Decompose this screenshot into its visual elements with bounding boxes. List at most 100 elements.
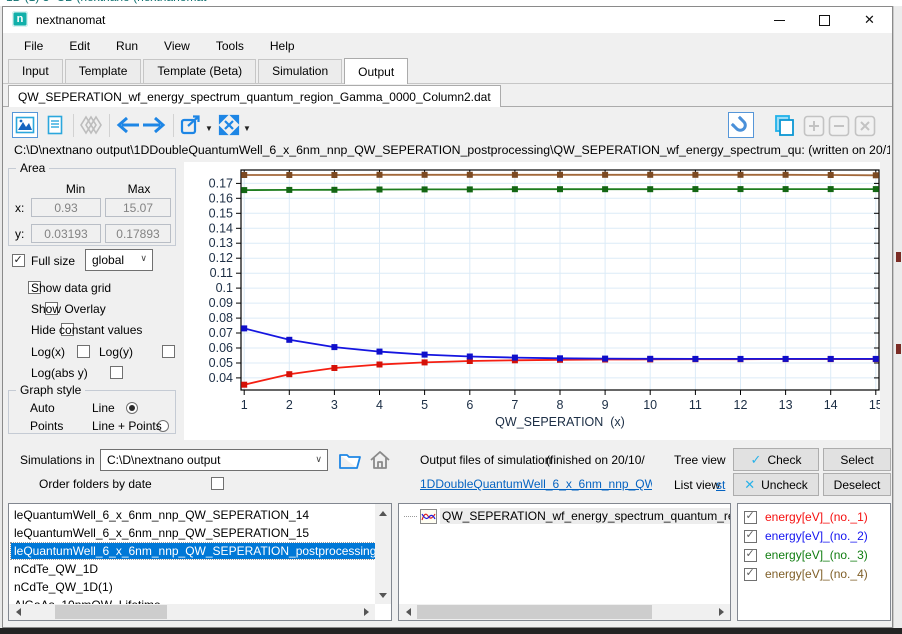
scroll-right-arrow[interactable]: [714, 604, 730, 620]
legend-item[interactable]: energy[eV]_(no._2): [744, 529, 868, 543]
minimize-button[interactable]: [757, 7, 802, 33]
hide-constant-values-label: Hide constant values: [31, 323, 142, 337]
scrollbar-thumb[interactable]: [55, 605, 167, 619]
output-file-item[interactable]: QW_SEPERATION_wf_energy_spectrum_quantum…: [404, 508, 731, 524]
finished-note: (finished on 20/10/: [546, 453, 645, 467]
x-max-field[interactable]: 15.07: [105, 198, 171, 217]
legend-item[interactable]: energy[eV]_(no._3): [744, 548, 868, 562]
legend-label: energy[eV]_(no._2): [765, 529, 868, 543]
energy-spectrum-chart[interactable]: 0.040.050.060.070.080.090.10.110.120.130…: [184, 162, 880, 440]
x-min-field[interactable]: 0.93: [31, 198, 101, 217]
folder-list-item[interactable]: leQuantumWell_6_x_6nm_nnp_QW_SEPERATION_…: [11, 507, 312, 523]
menu-run[interactable]: Run: [103, 35, 151, 57]
tab-simulation[interactable]: Simulation: [258, 59, 342, 83]
home-icon[interactable]: [368, 448, 392, 475]
menu-tools[interactable]: Tools: [203, 35, 257, 57]
simulation-folder-list: leQuantumWell_6_x_6nm_nnp_QW_SEPERATION_…: [8, 503, 392, 621]
scroll-right-arrow[interactable]: [359, 604, 375, 620]
text-view-icon[interactable]: [42, 112, 68, 138]
deselect-button[interactable]: Deselect: [823, 473, 891, 496]
show-data-grid-label: Show data grid: [31, 281, 111, 295]
add-tab-icon: [803, 115, 825, 137]
area-group-title: Area: [16, 161, 49, 175]
order-folders-checkbox[interactable]: [211, 477, 224, 490]
tab-output[interactable]: Output: [344, 58, 408, 84]
graph-style-title: Graph style: [16, 383, 85, 397]
svg-text:0.07: 0.07: [209, 326, 233, 340]
open-folder-icon[interactable]: [338, 448, 362, 475]
scrollbar-thumb[interactable]: [417, 605, 652, 619]
menu-help[interactable]: Help: [257, 35, 308, 57]
log-abs-y-checkbox[interactable]: [110, 366, 123, 379]
legend-item[interactable]: energy[eV]_(no._4): [744, 567, 868, 581]
duplicate-tab-icon[interactable]: [771, 112, 797, 138]
svg-text:13: 13: [779, 398, 793, 412]
svg-text:3: 3: [331, 398, 338, 412]
scroll-up-arrow[interactable]: [375, 504, 391, 520]
check-button[interactable]: ✓Check: [733, 448, 819, 471]
tab-template-beta[interactable]: Template (Beta): [143, 59, 256, 83]
select-button[interactable]: Select: [823, 448, 891, 471]
scroll-down-arrow[interactable]: [375, 588, 391, 604]
tab-input[interactable]: Input: [8, 59, 63, 83]
legend-label: energy[eV]_(no._1): [765, 510, 868, 524]
log-y-checkbox[interactable]: [162, 345, 175, 358]
menu-edit[interactable]: Edit: [56, 35, 103, 57]
export-dropdown-caret[interactable]: ▼: [205, 124, 213, 133]
check-icon: ✓: [751, 452, 762, 468]
svg-text:14: 14: [824, 398, 838, 412]
legend-label: energy[eV]_(no._4): [765, 567, 868, 581]
svg-text:7: 7: [511, 398, 518, 412]
svg-text:8: 8: [557, 398, 564, 412]
snap-magnet-icon[interactable]: [728, 112, 754, 138]
y-max-field[interactable]: 0.17893: [105, 224, 171, 243]
full-size-checkbox[interactable]: [12, 254, 25, 267]
horizontal-scrollbar[interactable]: [399, 604, 730, 620]
tab-template[interactable]: Template: [65, 59, 142, 83]
legend-item[interactable]: energy[eV]_(no._1): [744, 510, 868, 524]
folder-list-item[interactable]: nCdTe_QW_1D: [11, 561, 101, 577]
svg-text:0.05: 0.05: [209, 356, 233, 370]
main-tab-strip: Input Template Template (Beta) Simulatio…: [3, 59, 892, 84]
folder-list-item[interactable]: leQuantumWell_6_x_6nm_nnp_QW_SEPERATION_…: [11, 525, 312, 541]
close-button[interactable]: ✕: [847, 7, 892, 33]
graph-style-auto-label: Auto: [30, 401, 55, 415]
taskbar-strip: [0, 628, 902, 634]
fit-dropdown-caret[interactable]: ▼: [243, 124, 251, 133]
log-x-checkbox[interactable]: [77, 345, 90, 358]
chevron-down-icon: ∨: [315, 454, 322, 465]
scroll-left-arrow[interactable]: [9, 604, 25, 620]
plot-view-icon[interactable]: [12, 112, 38, 138]
svg-text:0.1: 0.1: [216, 281, 233, 295]
folder-list-item[interactable]: leQuantumWell_6_x_6nm_nnp_QW_SEPERATION_…: [11, 543, 379, 559]
order-folders-label: Order folders by date: [39, 477, 152, 491]
horizontal-scrollbar[interactable]: [9, 604, 375, 620]
legend-checkbox[interactable]: [744, 549, 757, 562]
folder-list-item[interactable]: nCdTe_QW_1D(1): [11, 579, 116, 595]
link-tail-fragment[interactable]: st: [716, 478, 725, 492]
forward-arrow-icon[interactable]: [142, 112, 168, 138]
scope-select[interactable]: global ∨: [85, 249, 153, 271]
menu-file[interactable]: File: [11, 35, 56, 57]
legend-checkbox[interactable]: [744, 568, 757, 581]
tree-view-label: Tree view: [674, 453, 726, 467]
simulation-folder-link[interactable]: 1DDoubleQuantumWell_6_x_6nm_nnp_QW_SEP: [420, 477, 652, 491]
scroll-left-arrow[interactable]: [399, 604, 415, 620]
file-tab-strip: QW_SEPERATION_wf_energy_spectrum_quantum…: [3, 84, 892, 107]
back-arrow-icon[interactable]: [114, 112, 140, 138]
menu-view[interactable]: View: [151, 35, 203, 57]
maximize-button[interactable]: [802, 7, 847, 33]
scope-select-value: global: [92, 253, 124, 267]
vertical-scrollbar[interactable]: [375, 504, 391, 604]
export-icon[interactable]: [178, 112, 204, 138]
legend-checkbox[interactable]: [744, 511, 757, 524]
dat-chart-icon: [420, 509, 437, 524]
uncheck-button[interactable]: ✕Uncheck: [733, 473, 819, 496]
simulations-folder-combo[interactable]: C:\D\nextnano output ∨: [100, 449, 328, 471]
tree-connector: [404, 515, 417, 517]
y-min-field[interactable]: 0.03193: [31, 224, 101, 243]
legend-checkbox[interactable]: [744, 530, 757, 543]
fit-window-icon[interactable]: [216, 112, 242, 138]
toolbar-separator: [73, 114, 74, 137]
file-tab[interactable]: QW_SEPERATION_wf_energy_spectrum_quantum…: [8, 85, 501, 107]
